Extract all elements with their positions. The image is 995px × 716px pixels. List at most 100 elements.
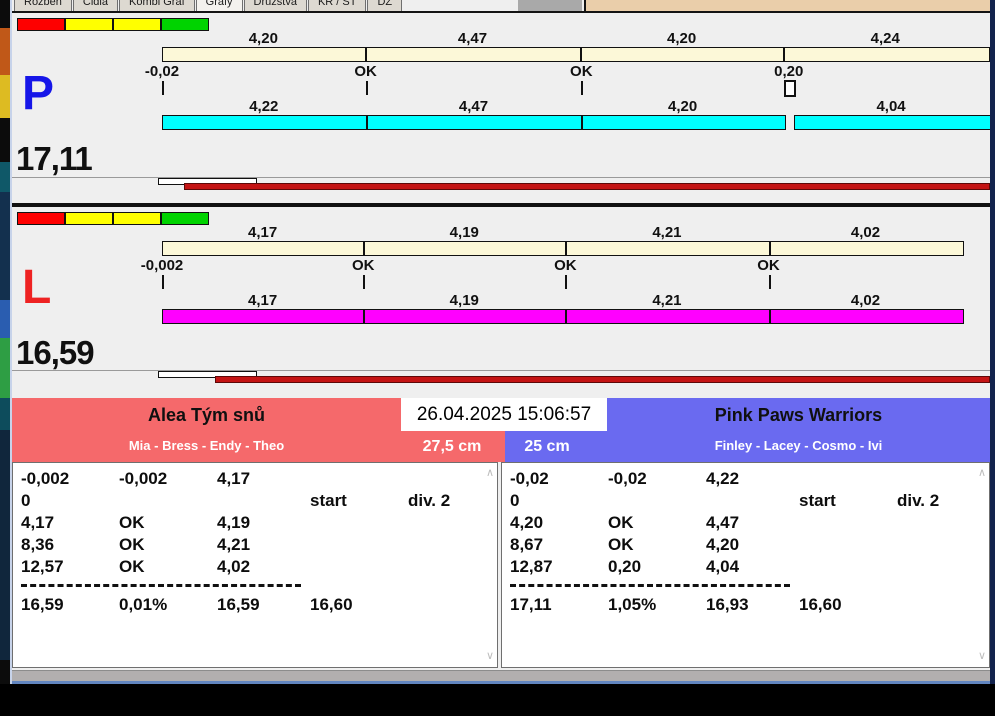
- scroll-up-icon[interactable]: ∧: [486, 468, 494, 479]
- team-right-results-table[interactable]: ∧ ∨ -0,02 -0,02 4,22 0 start div. 2 4,20 OK 4,47…: [501, 462, 990, 668]
- lower-split-time-label: 4,17: [247, 292, 278, 309]
- summary-cell: 16,59: [21, 595, 64, 614]
- table-cell: 12,87: [510, 557, 553, 576]
- tab-grafy[interactable]: Grafy: [195, 0, 243, 11]
- table-cell: 4,22: [706, 469, 740, 488]
- desktop-behind-strip: [584, 0, 990, 11]
- upper-bar-separator: [768, 242, 771, 255]
- table-cell: 4,20: [706, 535, 740, 554]
- marker-label: -0,02: [144, 63, 180, 80]
- indicator-square: [65, 18, 113, 31]
- table-cell: OK: [119, 535, 145, 554]
- marker-label: OK: [354, 63, 377, 80]
- lane-p-panel: 4,20 4,47 4,20 4,24 4,22 4,47 4,20 4,04 -0,02 OK O…: [12, 14, 991, 177]
- marker-tick-icon: [565, 275, 568, 289]
- tab-kr-st[interactable]: KR / ST: [307, 0, 367, 11]
- desktop-edge-patch: [0, 162, 10, 192]
- team-left-jump-height: 27,5 cm: [408, 437, 496, 457]
- timeline-progress-bar: [215, 376, 990, 383]
- table-cell: 8,67: [510, 535, 544, 554]
- team-left-members: Mia - Bress - Endy - Theo: [128, 438, 285, 453]
- lower-split-time-label: 4,04: [876, 98, 906, 115]
- indicator-square: [113, 18, 161, 31]
- desktop-edge-patch: [0, 338, 10, 398]
- lane-total-time: 16,59: [16, 334, 95, 371]
- lower-split-time-label: 4,20: [668, 98, 698, 115]
- summary-cell: 16,60: [799, 595, 842, 614]
- table-cell: -0,02: [608, 469, 647, 488]
- marker-tick-icon: [162, 81, 164, 95]
- tab-dru-stva[interactable]: Družstva: [243, 0, 307, 11]
- summary-divider: [510, 584, 790, 587]
- summary-cell: 0,01%: [119, 595, 168, 614]
- table-cell: 0,20: [608, 557, 642, 576]
- lower-split-time-label: 4,21: [652, 292, 682, 309]
- tab-bar: Rozběh Čidla Kombi Graf Grafy Družstva KR / S…: [12, 0, 990, 13]
- application-window: Rozběh Čidla Kombi Graf Grafy Družstva KR / S…: [0, 0, 995, 716]
- lane-letter: P: [22, 67, 55, 120]
- team-left-name: Alea Tým snů: [147, 405, 266, 425]
- tab--idla[interactable]: Čidla: [72, 0, 118, 11]
- tab-rozb-h[interactable]: Rozběh: [14, 0, 72, 11]
- desktop-edge-patch: [0, 300, 10, 338]
- lower-bar: [793, 115, 991, 130]
- scroll-down-icon[interactable]: ∨: [978, 651, 986, 662]
- tabs-row: Rozběh Čidla Kombi Graf Grafy Družstva KR / S…: [14, 0, 403, 11]
- marker-tick-icon: [363, 275, 366, 289]
- lower-bar: [162, 115, 786, 130]
- summary-cell: 17,11: [510, 595, 552, 614]
- upper-split-time-label: 4,47: [457, 30, 488, 47]
- tab-strip-spacer: [518, 0, 582, 11]
- table-cell: 4,17: [21, 513, 55, 532]
- lower-bar-separator: [565, 310, 568, 323]
- table-cell: -0,002: [21, 469, 70, 488]
- team-left-results-table[interactable]: ∧ ∨ -0,002 -0,002 4,17 0 start div. 2 4,17 OK 4,…: [12, 462, 498, 668]
- upper-bar-separator: [364, 48, 367, 61]
- upper-bar: [162, 47, 990, 62]
- upper-bar-separator: [363, 242, 366, 255]
- lower-bar: [162, 309, 965, 324]
- table-cell: 4,21: [217, 535, 251, 554]
- summary-divider: [21, 584, 301, 587]
- desktop-bottom: [0, 684, 995, 716]
- table-cell: start: [799, 491, 836, 510]
- lane-letter: L: [22, 261, 52, 314]
- marker-label: OK: [757, 257, 780, 274]
- scroll-up-icon[interactable]: ∧: [978, 468, 986, 479]
- scoreboard-section: Alea Tým snů Mia - Bress - Endy - Theo P…: [12, 398, 990, 670]
- table-cell: 12,57: [21, 557, 64, 576]
- lane-p-timeline-strip: [12, 177, 990, 191]
- upper-split-time-label: 4,17: [247, 224, 278, 241]
- indicator-square: [17, 18, 65, 31]
- marker-label: OK: [351, 257, 375, 274]
- status-squares: [17, 212, 209, 225]
- lower-bar-separator: [581, 116, 584, 129]
- scroll-down-icon[interactable]: ∨: [486, 651, 494, 662]
- summary-cell: 16,59: [217, 595, 260, 614]
- lower-bar-separator: [365, 116, 368, 129]
- indicator-square: [113, 212, 161, 225]
- lower-bar-separator: [363, 310, 366, 323]
- upper-bar-separator: [565, 242, 568, 255]
- tab-dz[interactable]: DZ: [367, 0, 403, 11]
- lane-l-timeline-strip: [12, 370, 990, 384]
- summary-cell: 16,93: [706, 595, 749, 614]
- table-cell: 4,19: [217, 513, 251, 532]
- lower-split-time-label: 4,22: [249, 98, 279, 115]
- marker-label: -0,002: [140, 257, 184, 274]
- datetime-display: 26.04.2025 15:06:57: [401, 398, 607, 431]
- desktop-edge-patch: [0, 430, 10, 660]
- table-cell: 4,20: [510, 513, 544, 532]
- table-cell: OK: [608, 513, 634, 532]
- desktop-edge-strip: [0, 0, 10, 716]
- marker-tick-icon: [768, 275, 771, 289]
- upper-bar: [162, 241, 965, 256]
- table-cell: start: [310, 491, 347, 510]
- summary-cell: 1,05%: [608, 595, 657, 614]
- panel-divider: [12, 203, 990, 207]
- marker-label: 0,20: [774, 63, 804, 80]
- table-cell: -0,02: [510, 469, 549, 488]
- table-cell: 4,17: [217, 469, 251, 488]
- desktop-edge-patch: [0, 192, 10, 300]
- tab-kombi-graf[interactable]: Kombi Graf: [119, 0, 195, 11]
